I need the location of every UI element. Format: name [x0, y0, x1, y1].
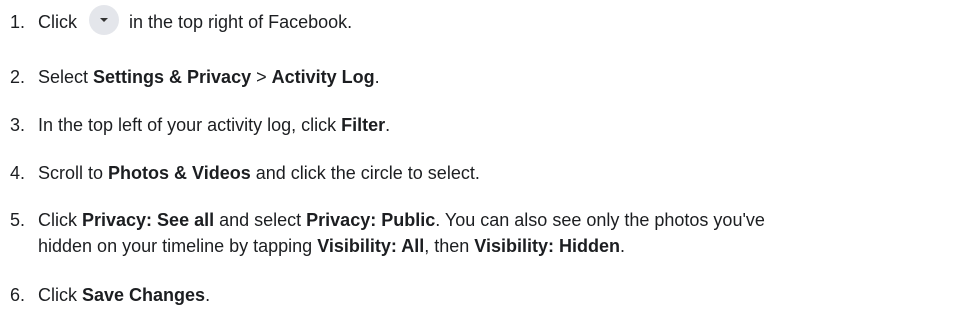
- filter-label: Filter: [341, 115, 386, 135]
- step-text: Scroll to Photos & Videos and click the …: [38, 163, 480, 183]
- step-text: Click Save Changes.: [38, 285, 211, 305]
- step-text-line-2: hidden on your timeline by tapping Visib…: [38, 236, 625, 256]
- step-number: 2.: [10, 67, 26, 87]
- caret-down-icon: [89, 5, 119, 36]
- visibility-hidden-label: Visibility: Hidden: [474, 236, 620, 256]
- step-number: 4.: [10, 163, 26, 183]
- step-number: 3.: [10, 115, 26, 135]
- save-changes-label: Save Changes: [82, 285, 206, 305]
- step-number: 5.: [10, 210, 26, 230]
- visibility-all-label: Visibility: All: [317, 236, 425, 256]
- step-text: In the top left of your activity log, cl…: [38, 115, 391, 135]
- step-text: Click in the top right of Facebook.: [38, 5, 956, 36]
- photos-videos-label: Photos & Videos: [108, 163, 251, 183]
- step-number: 6.: [10, 285, 26, 305]
- privacy-see-all-label: Privacy: See all: [82, 210, 215, 230]
- step-text: Click Privacy: See all and select Privac…: [38, 207, 956, 259]
- step-text: Select Settings & Privacy > Activity Log…: [38, 67, 380, 87]
- activity-log-label: Activity Log: [271, 67, 375, 87]
- settings-privacy-label: Settings & Privacy: [93, 67, 252, 87]
- step-number: 1.: [10, 12, 26, 32]
- privacy-public-label: Privacy: Public: [306, 210, 436, 230]
